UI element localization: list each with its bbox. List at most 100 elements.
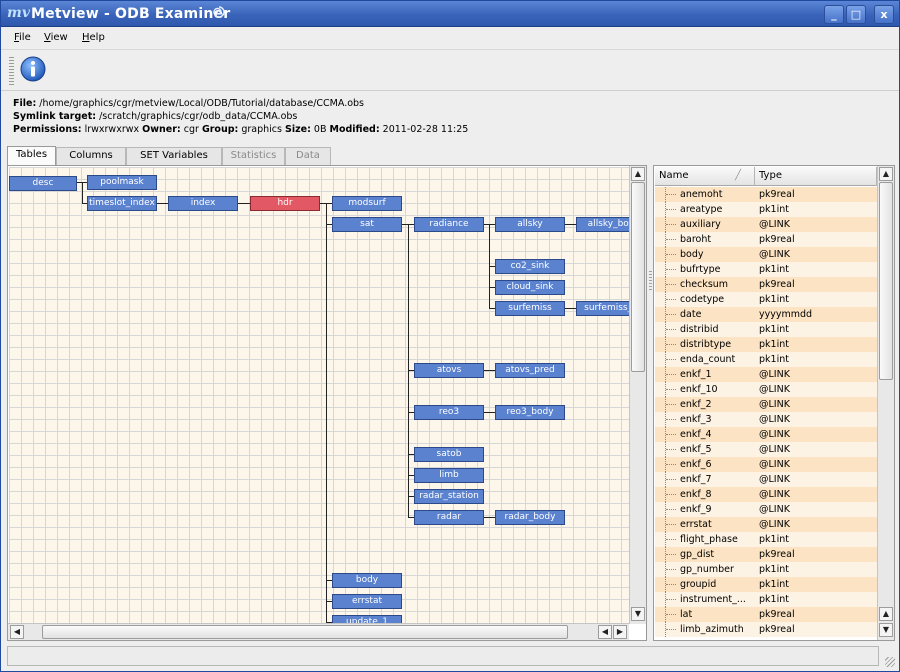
table-node-body[interactable]: body [332,573,402,588]
table-node-limb[interactable]: limb [414,468,484,483]
scroll-right-button[interactable]: ▶ [613,625,627,639]
table-vertical-scrollbar[interactable]: ▲ ▲ ▼ [877,166,894,640]
tree-branch-line [666,344,676,345]
column-type-cell: pk1int [759,294,789,305]
scroll-up-button[interactable]: ▲ [631,167,645,181]
table-row[interactable]: gp_dist pk9real [655,547,877,562]
graph-horizontal-scrollbar[interactable]: ◀ ◀ ▶ [8,623,629,640]
tab-statistics[interactable]: Statistics [222,147,285,165]
table-row[interactable]: enkf_1 @LINK [655,367,877,382]
table-row[interactable]: anemoht pk9real [655,187,877,202]
table-row[interactable]: instrument_... pk1int [655,592,877,607]
table-node-update-1[interactable]: update_1 [332,615,402,623]
close-button[interactable]: x [874,5,894,24]
table-row[interactable]: date yyyymmdd [655,307,877,322]
table-node-radar-body[interactable]: radar_body [495,510,565,525]
table-node-index[interactable]: index [168,196,238,211]
column-header-type[interactable]: Type [755,167,877,186]
table-row[interactable]: enkf_10 @LINK [655,382,877,397]
table-row[interactable]: lat pk9real [655,607,877,622]
minimize-button[interactable]: _ [824,5,844,24]
table-node-radar[interactable]: radar [414,510,484,525]
scroll-left-button[interactable]: ◀ [10,625,24,639]
toolbar-grip[interactable] [9,57,14,85]
tree-branch-line [666,254,676,255]
table-row[interactable]: enkf_3 @LINK [655,412,877,427]
table-vscroll-thumb[interactable] [879,182,893,380]
panel-splitter-handle[interactable] [649,271,652,291]
table-row[interactable]: enkf_4 @LINK [655,427,877,442]
table-row[interactable]: enkf_6 @LINK [655,457,877,472]
table-row[interactable]: enkf_9 @LINK [655,502,877,517]
table-row[interactable]: groupid pk1int [655,577,877,592]
menu-view[interactable]: View [44,32,68,43]
maximize-button[interactable]: □ [846,5,866,24]
table-node-radar-station[interactable]: radar_station [414,489,484,504]
tables-graph-canvas[interactable]: desc poolmask timeslot_index index hdr modsur… [9,167,630,623]
table-row[interactable]: baroht pk9real [655,232,877,247]
table-row[interactable]: checksum pk9real [655,277,877,292]
table-row[interactable]: enkf_7 @LINK [655,472,877,487]
graph-vscroll-thumb[interactable] [631,182,645,372]
scroll-left-button-2[interactable]: ◀ [598,625,612,639]
table-node-reo3-body[interactable]: reo3_body [495,405,565,420]
table-node-radiance[interactable]: radiance [414,217,484,232]
table-node-co2-sink[interactable]: co2_sink [495,259,565,274]
title-bar[interactable]: mv Metview - ODB Examiner _ □ x [1,1,899,27]
table-row[interactable]: enkf_8 @LINK [655,487,877,502]
table-node-errstat[interactable]: errstat [332,594,402,609]
table-node-surfemiss-body[interactable]: surfemiss_b [576,301,630,316]
table-node-reo3[interactable]: reo3 [414,405,484,420]
table-row[interactable]: enkf_5 @LINK [655,442,877,457]
table-row[interactable]: auxiliary @LINK [655,217,877,232]
tab-set-variables[interactable]: SET Variables [126,147,222,165]
table-node-atovs-pred[interactable]: atovs_pred [495,363,565,378]
table-node-allsky[interactable]: allsky [495,217,565,232]
group-value: graphics [241,124,282,135]
tab-columns[interactable]: Columns [56,147,126,165]
column-name-cell: distribid [680,324,719,335]
table-row[interactable]: gp_number pk1int [655,562,877,577]
table-node-modsurf[interactable]: modsurf [332,196,402,211]
graph-vertical-scrollbar[interactable]: ▲ ▼ [629,166,646,624]
table-scroll-down-button[interactable]: ▼ [879,623,893,637]
table-node-surfemiss[interactable]: surfemiss [495,301,565,316]
table-row[interactable]: areatype pk1int [655,202,877,217]
table-row[interactable]: errstat @LINK [655,517,877,532]
table-row[interactable]: distribid pk1int [655,322,877,337]
table-node-allsky-body[interactable]: allsky_boo [576,217,630,232]
tree-branch-line [666,224,676,225]
table-row[interactable]: limb_azimuth pk9real [655,622,877,637]
table-node-cloud-sink[interactable]: cloud_sink [495,280,565,295]
info-button[interactable] [19,55,47,83]
table-row[interactable]: codetype pk1int [655,292,877,307]
table-scroll-up-button[interactable]: ▲ [879,167,893,181]
table-row[interactable]: enkf_2 @LINK [655,397,877,412]
resize-grip[interactable] [885,657,895,667]
menu-help[interactable]: Help [82,32,105,43]
table-node-timeslot-index[interactable]: timeslot_index [87,196,157,211]
table-node-atovs[interactable]: atovs [414,363,484,378]
table-scroll-up-button-2[interactable]: ▲ [879,607,893,621]
table-row[interactable]: distribtype pk1int [655,337,877,352]
menu-file[interactable]: File [14,32,31,43]
tab-data[interactable]: Data [285,147,331,165]
table-node-satob[interactable]: satob [414,447,484,462]
permissions-label: Permissions: [13,124,82,135]
scroll-down-button[interactable]: ▼ [631,607,645,621]
table-node-hdr[interactable]: hdr [250,196,320,211]
tab-tables[interactable]: Tables [7,146,56,165]
graph-edge [326,203,327,623]
table-row[interactable]: body @LINK [655,247,877,262]
graph-hscroll-thumb[interactable] [42,625,568,639]
table-node-poolmask[interactable]: poolmask [87,175,157,190]
table-row[interactable]: flight_phase pk1int [655,532,877,547]
column-name-cell: areatype [680,204,723,215]
tree-branch-line [666,479,676,480]
size-label: Size: [285,124,311,135]
table-row[interactable]: bufrtype pk1int [655,262,877,277]
sort-indicator-icon: ╱ [735,170,742,181]
table-row[interactable]: enda_count pk1int [655,352,877,367]
table-node-sat[interactable]: sat [332,217,402,232]
table-node-desc[interactable]: desc [9,176,77,191]
